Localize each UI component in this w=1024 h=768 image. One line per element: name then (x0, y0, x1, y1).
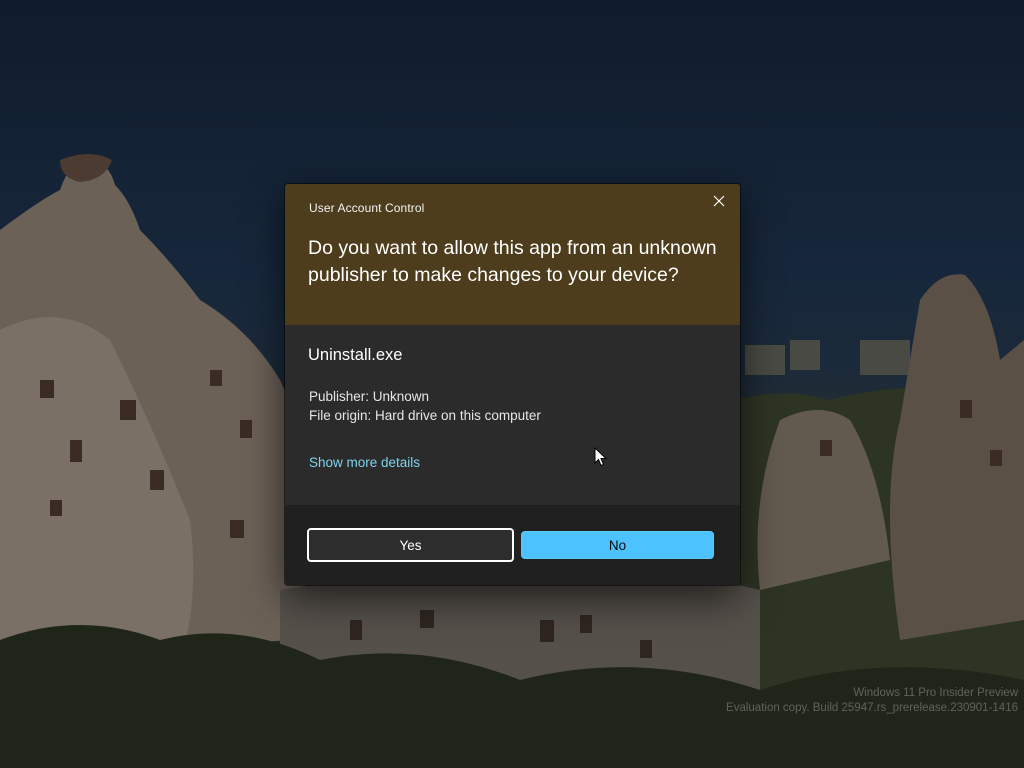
uac-question: Do you want to allow this app from an un… (308, 237, 717, 286)
close-icon (713, 195, 725, 207)
file-origin-info: File origin: Hard drive on this computer (309, 408, 541, 423)
uac-body: Uninstall.exe Publisher: Unknown File or… (285, 325, 740, 505)
watermark-build: Evaluation copy. Build 25947.rs_prerelea… (726, 702, 1018, 714)
show-more-details-link[interactable]: Show more details (309, 455, 420, 470)
no-button[interactable]: No (521, 531, 714, 559)
app-name: Uninstall.exe (308, 346, 403, 364)
publisher-info: Publisher: Unknown (309, 389, 430, 404)
close-button[interactable] (704, 188, 734, 214)
uac-footer: Yes No (285, 505, 740, 585)
uac-header: User Account Control Do you want to allo… (285, 184, 740, 325)
dialog-title: User Account Control (309, 201, 425, 215)
windows-watermark: Windows 11 Pro Insider Preview Evaluatio… (726, 686, 1018, 716)
watermark-edition: Windows 11 Pro Insider Preview (853, 687, 1018, 699)
yes-button[interactable]: Yes (307, 528, 514, 562)
mouse-pointer-icon (594, 446, 608, 472)
uac-dialog: User Account Control Do you want to allo… (285, 184, 740, 585)
